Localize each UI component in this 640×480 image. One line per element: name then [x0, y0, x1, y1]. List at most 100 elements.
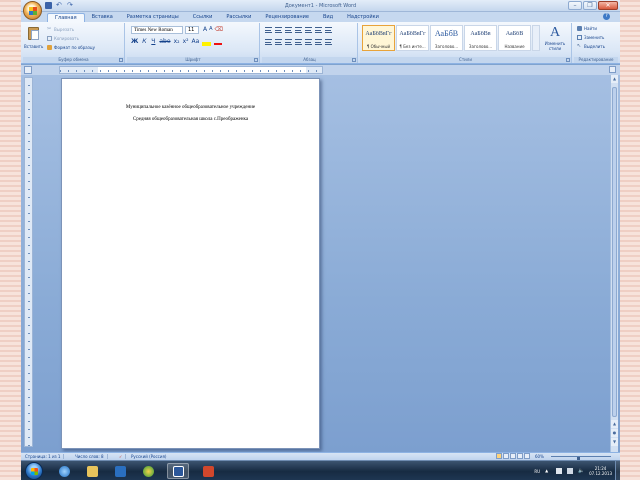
font-name-select[interactable]: Times New Roman [131, 26, 183, 34]
tab-selector-icon[interactable] [24, 66, 32, 74]
start-button[interactable] [25, 462, 43, 480]
cut-button[interactable]: ✂ Вырезать [47, 26, 74, 33]
change-case-icon[interactable]: Aa [192, 38, 200, 46]
browse-object-icon[interactable]: ● [611, 429, 618, 437]
tab-references[interactable]: Ссылки [186, 13, 220, 22]
proofing-icon[interactable]: ✓ [119, 454, 127, 459]
style-normal[interactable]: АаБбВвГг ¶ Обычный [362, 25, 395, 51]
clipboard-launcher-icon[interactable] [119, 58, 123, 62]
tab-home[interactable]: Главная [47, 13, 85, 22]
style-heading-2[interactable]: АаБбВв Заголово... [464, 25, 497, 51]
zoom-slider[interactable] [551, 456, 611, 462]
sort-icon[interactable] [315, 27, 322, 33]
taskbar-word[interactable] [167, 463, 189, 479]
numbering-icon[interactable] [275, 27, 282, 33]
document-page[interactable]: Муниципальное казённое общеобразовательн… [61, 78, 320, 449]
bullets-icon[interactable] [265, 27, 272, 33]
borders-icon[interactable] [325, 39, 332, 45]
taskbar-explorer[interactable] [81, 463, 103, 479]
scroll-thumb[interactable] [612, 87, 617, 417]
tab-page-layout[interactable]: Разметка страницы [120, 13, 186, 22]
superscript-icon[interactable]: x² [183, 38, 189, 46]
styles-more-icon[interactable] [532, 25, 540, 51]
style-title[interactable]: АаБбВ Название [498, 25, 531, 51]
tab-addins[interactable]: Надстройки [340, 13, 386, 22]
previous-page-icon[interactable]: ▲ [611, 420, 618, 428]
align-center-icon[interactable] [275, 39, 282, 45]
print-layout-icon[interactable] [496, 453, 502, 459]
vertical-scrollbar[interactable]: ▲ ▲ ● ▼ [610, 75, 618, 452]
align-left-icon[interactable] [265, 39, 272, 45]
select-button[interactable]: ↖ Выделить [577, 44, 605, 50]
strikethrough-icon[interactable]: abe [159, 38, 170, 46]
full-screen-icon[interactable] [503, 453, 509, 459]
ribbon: Вставить ✂ Вырезать Копировать Формат по… [21, 22, 620, 64]
outline-icon[interactable] [517, 453, 523, 459]
style-heading-1[interactable]: АаБбВ Заголово... [430, 25, 463, 51]
show-marks-icon[interactable] [325, 27, 332, 33]
close-icon[interactable]: ✕ [598, 1, 618, 10]
language[interactable]: Русский (Россия) [131, 454, 169, 459]
clear-format-icon[interactable]: ⌫ [215, 26, 223, 33]
horizontal-ruler[interactable] [59, 66, 323, 74]
word-count[interactable]: Число слов: 8 [75, 454, 108, 459]
input-language[interactable]: RU [534, 469, 540, 474]
network-icon[interactable] [567, 468, 574, 474]
taskbar-internet-explorer[interactable] [53, 463, 75, 479]
shading-icon[interactable] [315, 39, 322, 45]
bold-icon[interactable]: Ж [131, 38, 138, 46]
document-text-line-2[interactable]: Средняя общеобразовательная школа с.Прео… [62, 117, 319, 122]
next-page-icon[interactable]: ▼ [611, 438, 618, 446]
tab-review[interactable]: Рецензирование [258, 13, 316, 22]
styles-launcher-icon[interactable] [566, 58, 570, 62]
vertical-ruler[interactable] [24, 77, 33, 447]
tab-view[interactable]: Вид [316, 13, 340, 22]
taskbar-media-player[interactable] [109, 463, 131, 479]
grow-font-icon[interactable]: A [203, 26, 207, 33]
replace-button[interactable]: Заменить [577, 35, 604, 40]
paragraph-launcher-icon[interactable] [352, 58, 356, 62]
page-count[interactable]: Страница: 1 из 1 [25, 454, 65, 459]
underline-icon[interactable]: Ч [150, 38, 156, 46]
taskbar-powerpoint[interactable] [197, 463, 219, 479]
taskbar-browser[interactable] [137, 463, 159, 479]
align-right-icon[interactable] [285, 39, 292, 45]
document-text-line-1[interactable]: Муниципальное казённое общеобразовательн… [62, 105, 319, 110]
subscript-icon[interactable]: x₂ [174, 38, 180, 46]
decrease-indent-icon[interactable] [295, 27, 302, 33]
shrink-font-icon[interactable]: A [209, 26, 212, 33]
find-button[interactable]: Найти [577, 26, 597, 31]
flag-icon[interactable] [556, 468, 563, 474]
scroll-up-icon[interactable]: ▲ [611, 75, 618, 83]
view-ruler-icon[interactable] [609, 66, 616, 73]
web-layout-icon[interactable] [510, 453, 516, 459]
font-group-label: Шрифт [127, 57, 259, 63]
help-icon[interactable]: ? [603, 13, 610, 20]
increase-indent-icon[interactable] [305, 27, 312, 33]
multilevel-list-icon[interactable] [285, 27, 292, 33]
change-styles-button[interactable]: A Изменить стили [542, 25, 568, 51]
volume-icon[interactable]: 🔈 [578, 468, 584, 474]
font-launcher-icon[interactable] [254, 58, 258, 62]
tab-mailings[interactable]: Рассылки [219, 13, 258, 22]
line-spacing-icon[interactable] [305, 39, 312, 45]
font-color-icon[interactable] [214, 41, 223, 45]
show-hidden-icons-icon[interactable]: ▲ [545, 468, 551, 474]
office-button[interactable] [23, 1, 42, 20]
style-no-spacing[interactable]: АаБбВвГг ¶ Без инте... [396, 25, 429, 51]
clock[interactable]: 21:24 07.12.2013 [589, 466, 612, 476]
italic-icon[interactable]: К [141, 38, 147, 46]
zoom-level[interactable]: 60% [535, 454, 544, 459]
maximize-icon[interactable]: ❐ [583, 1, 597, 10]
paste-button[interactable] [26, 25, 42, 43]
clipboard-group: Вставить ✂ Вырезать Копировать Формат по… [23, 23, 125, 63]
font-size-select[interactable]: 11 [185, 26, 199, 34]
draft-icon[interactable] [524, 453, 530, 459]
format-painter-button[interactable]: Формат по образцу [47, 44, 95, 51]
justify-icon[interactable] [295, 39, 302, 45]
tab-insert[interactable]: Вставка [85, 13, 120, 22]
copy-button[interactable]: Копировать [47, 35, 79, 42]
show-desktop-button[interactable] [615, 461, 620, 480]
minimize-icon[interactable]: – [568, 1, 582, 10]
highlight-color-icon[interactable] [202, 42, 212, 46]
